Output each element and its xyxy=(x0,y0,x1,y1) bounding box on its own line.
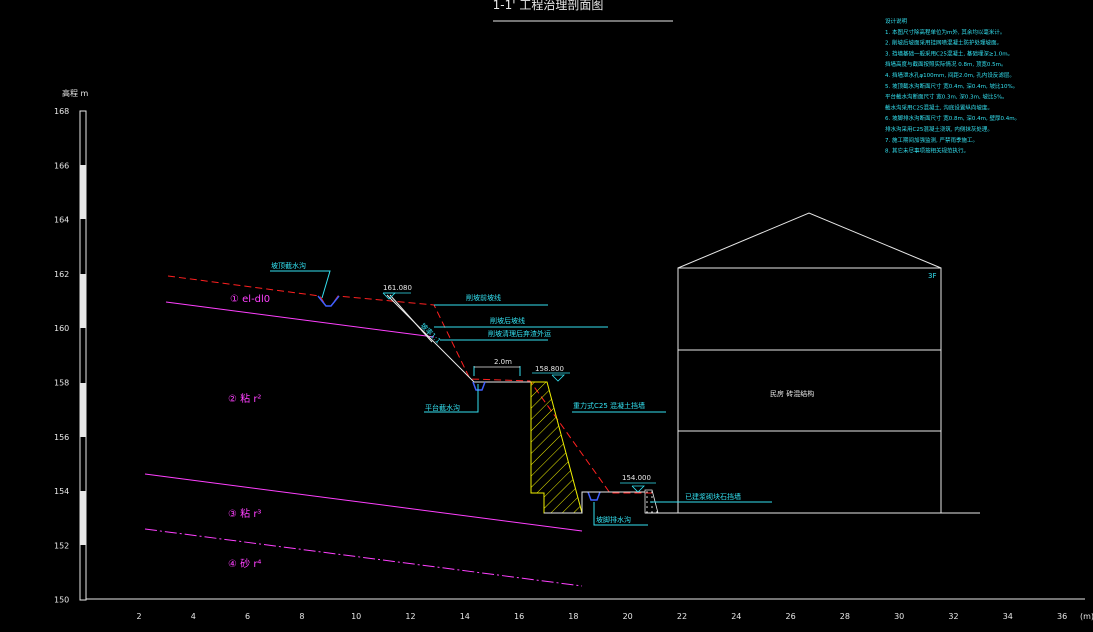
house-outline xyxy=(677,212,942,514)
retaining-wall-label: 重力式C25 混凝土挡墙 xyxy=(573,401,645,410)
width-2m-label: 2.0m xyxy=(494,358,512,366)
note-line: 4. 挡墙泄水孔φ100mm, 间距2.0m, 孔内设反滤层。 xyxy=(885,71,1015,79)
design-notes: 设计说明 1. 本图尺寸除高程单位为m外, 其余均以毫米计。 2. 削坡后坡面采用挂… xyxy=(885,17,1020,155)
y-axis-ticks: 168 166 164 162 160 158 156 154 152 150 xyxy=(54,107,69,605)
leader-lines xyxy=(270,270,772,526)
x-tick-label: 26 xyxy=(786,612,796,621)
x-tick-label: 28 xyxy=(840,612,850,621)
y-tick-label: 156 xyxy=(54,433,69,442)
y-tick-label: 164 xyxy=(54,216,69,225)
note-line: 6. 坡脚排水沟断面尺寸 宽0.8m, 深0.4m, 壁厚0.4m。 xyxy=(885,114,1020,122)
slope-line-label: 削坡前坡线 xyxy=(466,293,501,302)
layer-3-label: ③ 粘 r³ xyxy=(228,507,261,520)
y-tick-label: 166 xyxy=(54,161,69,170)
note-line: 5. 坡顶截水沟断面尺寸 宽0.4m, 深0.4m, 坡比10%。 xyxy=(885,82,1018,90)
slope-ratio-label: 坡率1:1 xyxy=(419,321,443,345)
notes-heading: 设计说明 xyxy=(885,17,908,25)
layer-1-label: ① el-dl0 xyxy=(230,294,270,305)
x-tick-label: 30 xyxy=(894,612,904,621)
stratum-line-2 xyxy=(144,473,583,532)
stratum-line-1 xyxy=(165,301,435,338)
x-tick-label: 18 xyxy=(568,612,578,621)
slope-ratio-line xyxy=(389,294,433,343)
x-tick-label: 34 xyxy=(1003,612,1013,621)
note-line: 1. 本图尺寸除高程单位为m外, 其余均以毫米计。 xyxy=(885,28,1005,36)
cut-line-label: 削坡后坡线 xyxy=(490,316,525,325)
x-tick-label: 32 xyxy=(948,612,958,621)
house-label: 民房 砖混结构 xyxy=(770,389,814,398)
house-floors: 3F xyxy=(928,272,936,280)
x-tick-label: 14 xyxy=(460,612,470,621)
y-tick-label: 152 xyxy=(54,541,69,550)
x-tick-label: 6 xyxy=(245,612,250,621)
original-slope-line xyxy=(167,275,652,494)
note-line: 8. 其它未尽事项按相关规范执行。 xyxy=(885,147,969,155)
y-tick-label: 150 xyxy=(54,596,69,605)
y-axis-scale-bar xyxy=(79,110,1085,601)
note-line: 2. 削坡后坡面采用挂网喷混凝土防护处理坡面。 xyxy=(885,39,1002,47)
toe-drain-ditch xyxy=(587,491,601,501)
x-tick-label: 20 xyxy=(623,612,633,621)
existing-wall-label: 已建浆砌块石挡墙 xyxy=(685,492,741,501)
elevation-161-label: 161.080 xyxy=(383,284,412,292)
x-tick-label: 10 xyxy=(351,612,361,621)
x-tick-label: 4 xyxy=(191,612,196,621)
x-tick-label: 8 xyxy=(299,612,304,621)
cut-fill-label: 削坡清理后弃渣外运 xyxy=(488,329,551,338)
y-tick-label: 168 xyxy=(54,107,69,116)
x-tick-label: 16 xyxy=(514,612,524,621)
section-drawing: 1-1' 工程治理剖面图 高程 m 1681661641621601581561… xyxy=(54,0,1093,621)
elevation-154-label: 154.000 xyxy=(622,474,651,482)
x-tick-label: 24 xyxy=(731,612,741,621)
note-line: 排水沟采用C25混凝土浇筑, 内侧抹灰处理。 xyxy=(885,125,993,133)
y-tick-label: 162 xyxy=(54,270,69,279)
x-axis-ticks: 2 4 6 8 10 12 14 16 18 20 22 24 26 28 30 32 34 36 xyxy=(136,612,1067,621)
note-line: 截水沟采用C25混凝土, 沟底设置纵向坡度。 xyxy=(885,103,993,111)
x-axis-unit: (m) xyxy=(1080,612,1093,621)
stratum-line-3 xyxy=(144,528,583,587)
elevation-158-label: 158.800 xyxy=(535,365,564,373)
note-line: 3. 挡墙基础一般采用C25混凝土, 基础埋深≥1.0m。 xyxy=(885,49,1013,57)
x-tick-label: 12 xyxy=(405,612,415,621)
cut-slope-line xyxy=(386,294,531,383)
y-tick-label: 160 xyxy=(54,324,69,333)
y-tick-label: 154 xyxy=(54,487,69,496)
top-drain-label: 坡顶截水沟 xyxy=(271,261,306,270)
y-tick-label: 158 xyxy=(54,379,69,388)
x-tick-label: 36 xyxy=(1057,612,1067,621)
layer-4-label: ④ 砂 r⁴ xyxy=(228,557,261,570)
note-line: 平台截水沟断面尺寸 宽0.3m, 深0.3m, 坡比5%。 xyxy=(885,93,1008,101)
platform-drain-label: 平台截水沟 xyxy=(425,403,460,412)
y-axis-label: 高程 m xyxy=(62,88,89,98)
note-line: 7. 施工期间加强监测, 严禁雨季施工。 xyxy=(885,136,978,144)
layer-2-label: ② 粘 r² xyxy=(228,392,261,405)
platform-drain-ditch xyxy=(472,381,486,391)
note-line: 挡墙高度与截面按照实际情况 0.8m, 顶宽0.5m。 xyxy=(885,60,1006,68)
drawing-title: 1-1' 工程治理剖面图 xyxy=(493,0,604,12)
x-tick-label: 22 xyxy=(677,612,687,621)
toe-drain-label: 坡脚排水沟 xyxy=(596,515,631,524)
x-tick-label: 2 xyxy=(136,612,141,621)
